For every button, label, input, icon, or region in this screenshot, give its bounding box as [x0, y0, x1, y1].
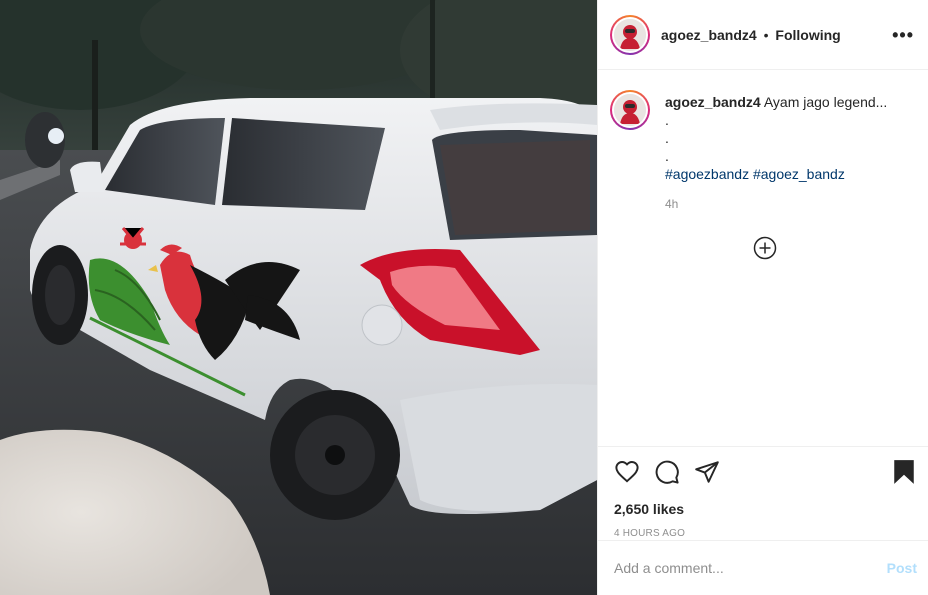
car-photo-illustration — [0, 0, 597, 595]
comment-form: Post — [598, 540, 928, 595]
comment-icon[interactable] — [654, 459, 680, 485]
load-more-comments-icon[interactable] — [753, 236, 777, 260]
caption-text-block: agoez_bandz4 Ayam jago legend... . . . #… — [665, 93, 887, 447]
caption-avatar[interactable] — [610, 90, 650, 130]
action-icons-row — [614, 459, 917, 485]
avatar-person-icon — [614, 94, 646, 126]
caption-username[interactable]: agoez_bandz4 — [665, 94, 761, 110]
post-comment-button[interactable]: Post — [887, 560, 917, 576]
post-date[interactable]: 4 HOURS AGO — [614, 528, 917, 539]
header-separator: • — [763, 26, 769, 43]
author-avatar[interactable] — [610, 14, 650, 55]
share-icon[interactable] — [694, 459, 720, 485]
post-photo[interactable] — [0, 0, 597, 595]
post-sidebar: agoez_bandz4 • Following ••• agoez_bandz… — [597, 0, 928, 595]
caption-text: Ayam jago legend... — [763, 94, 888, 110]
post-header: agoez_bandz4 • Following ••• — [598, 0, 928, 70]
instagram-post-modal: agoez_bandz4 • Following ••• agoez_bandz… — [0, 0, 928, 595]
heart-icon[interactable] — [614, 459, 640, 485]
author-username[interactable]: agoez_bandz4 — [661, 27, 757, 43]
avatar-image — [614, 18, 646, 51]
comment-input[interactable] — [614, 560, 887, 576]
following-button[interactable]: Following — [775, 27, 840, 43]
caption-line: . — [665, 130, 669, 146]
hashtag-link[interactable]: #agoez_bandz — [753, 166, 845, 182]
caption-line: . — [665, 112, 669, 128]
caption-timestamp[interactable]: 4h — [665, 195, 887, 213]
avatar-person-icon — [614, 18, 646, 51]
likes-count[interactable]: 2,650 likes — [614, 501, 917, 517]
bookmark-icon[interactable] — [891, 459, 917, 485]
caption-line: . — [665, 148, 669, 164]
post-actions: 2,650 likes 4 HOURS AGO — [598, 446, 928, 539]
more-options-icon[interactable]: ••• — [892, 26, 914, 44]
hashtag-link[interactable]: #agoezbandz — [665, 166, 749, 182]
